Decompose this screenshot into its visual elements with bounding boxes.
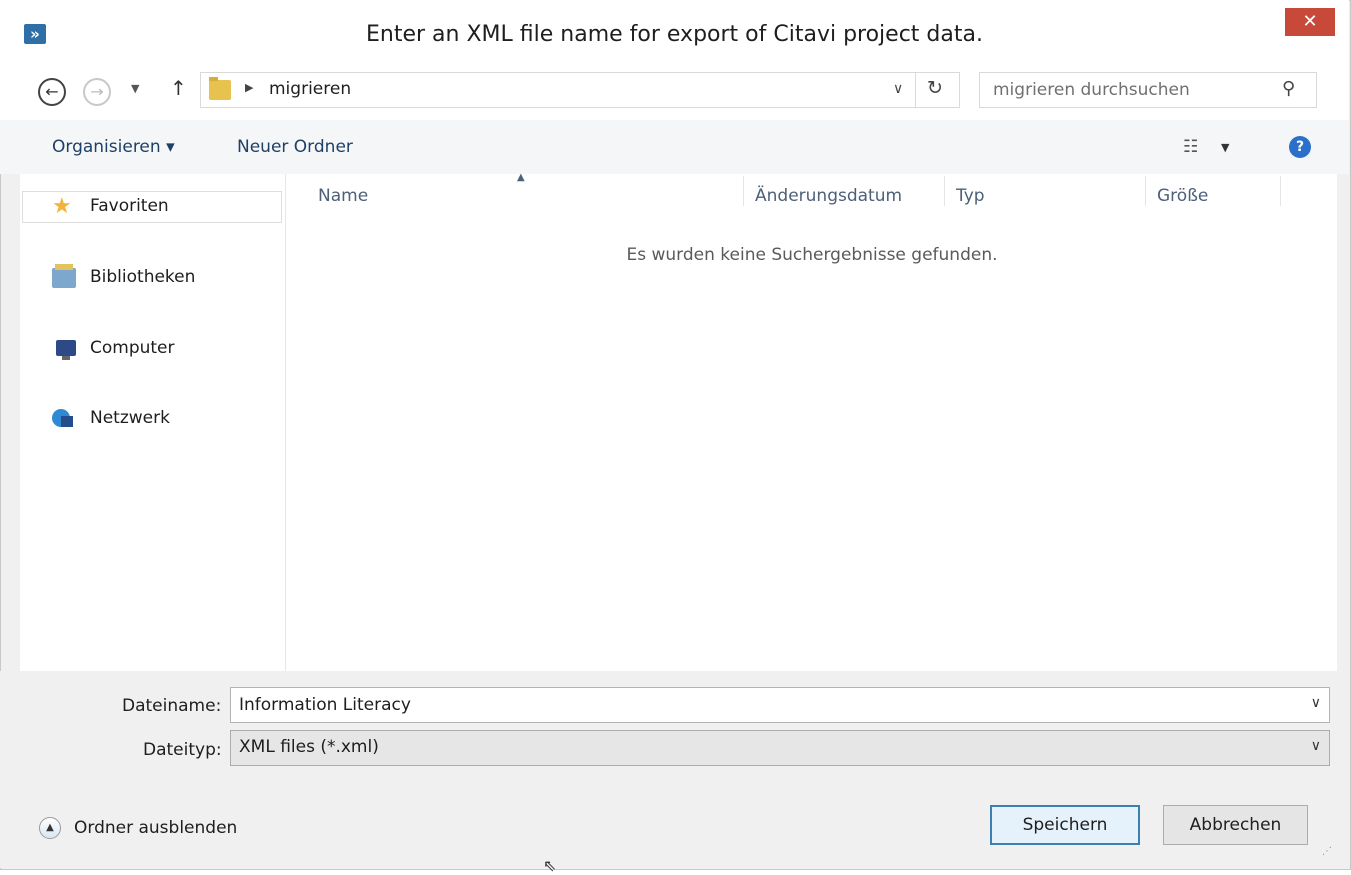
filetype-dropdown-chevron-icon[interactable]: ∨ <box>1311 738 1321 754</box>
filetype-select[interactable]: XML files (*.xml) ∨ <box>230 730 1330 766</box>
network-icon <box>52 409 73 427</box>
collapse-folders-chevron-icon[interactable]: ▲ <box>39 817 61 839</box>
sort-ascending-icon: ▲ <box>517 172 525 183</box>
path-separator-chevron-icon[interactable]: ▶ <box>245 81 253 94</box>
organize-menu-button[interactable]: Organisieren ▾ <box>52 137 175 157</box>
filename-field[interactable]: ∨ <box>230 687 1330 723</box>
mouse-pointer-icon: ⇖ <box>543 856 557 875</box>
folder-icon <box>209 77 231 100</box>
column-header-name[interactable]: Name <box>318 186 368 206</box>
recent-locations-chevron-icon[interactable]: ▼ <box>131 82 139 95</box>
star-icon: ★ <box>52 194 72 219</box>
new-folder-button[interactable]: Neuer Ordner <box>237 137 353 157</box>
up-arrow-icon[interactable]: ↑ <box>170 76 187 100</box>
search-box: ⚲ <box>979 72 1317 108</box>
search-input[interactable] <box>980 73 1283 107</box>
filetype-label: Dateityp: <box>143 740 222 760</box>
refresh-icon[interactable]: ↻ <box>927 77 943 99</box>
column-divider[interactable] <box>1280 176 1281 206</box>
column-divider[interactable] <box>944 176 945 206</box>
dialog-title: Enter an XML file name for export of Cit… <box>366 22 983 47</box>
column-header-type[interactable]: Typ <box>956 186 985 206</box>
column-header-size[interactable]: Größe <box>1157 186 1208 206</box>
view-options-icon[interactable]: ☷ <box>1183 137 1198 157</box>
nav-item-label: Favoriten <box>90 196 169 216</box>
breadcrumb-migrieren[interactable]: migrieren <box>269 79 351 99</box>
filetype-selected-value: XML files (*.xml) <box>239 737 379 757</box>
title-bar: » Enter an XML file name for export of C… <box>0 0 1349 64</box>
cancel-button[interactable]: Abbrechen <box>1163 805 1308 845</box>
column-divider[interactable] <box>743 176 744 206</box>
address-dropdown-chevron-icon[interactable]: ∨ <box>893 81 903 97</box>
nav-item-label: Netzwerk <box>90 408 170 428</box>
filename-input[interactable] <box>231 688 1299 722</box>
save-button[interactable]: Speichern <box>990 805 1140 845</box>
command-toolbar <box>0 120 1349 174</box>
filename-label: Dateiname: <box>122 696 222 716</box>
help-icon[interactable]: ? <box>1289 136 1311 158</box>
column-header-modified[interactable]: Änderungsdatum <box>755 186 902 206</box>
address-path-box[interactable]: ▶ migrieren ∨ ↻ <box>200 72 960 108</box>
nav-item-label: Computer <box>90 338 175 358</box>
close-button[interactable]: ✕ <box>1285 8 1335 36</box>
back-button[interactable]: ← <box>38 78 66 106</box>
search-icon[interactable]: ⚲ <box>1282 78 1295 99</box>
forward-button[interactable]: → <box>83 78 111 106</box>
computer-icon <box>56 340 76 360</box>
hide-folders-link[interactable]: Ordner ausblenden <box>74 818 237 838</box>
empty-results-message: Es wurden keine Suchergebnisse gefunden. <box>626 245 998 265</box>
column-divider[interactable] <box>1145 176 1146 206</box>
view-options-chevron-icon[interactable]: ▼ <box>1221 141 1229 154</box>
filename-dropdown-chevron-icon[interactable]: ∨ <box>1311 695 1321 711</box>
address-divider <box>915 73 916 107</box>
nav-item-label: Bibliotheken <box>90 267 196 287</box>
libraries-icon <box>52 264 76 288</box>
resize-grip-icon[interactable]: ⋰ <box>1322 846 1332 857</box>
